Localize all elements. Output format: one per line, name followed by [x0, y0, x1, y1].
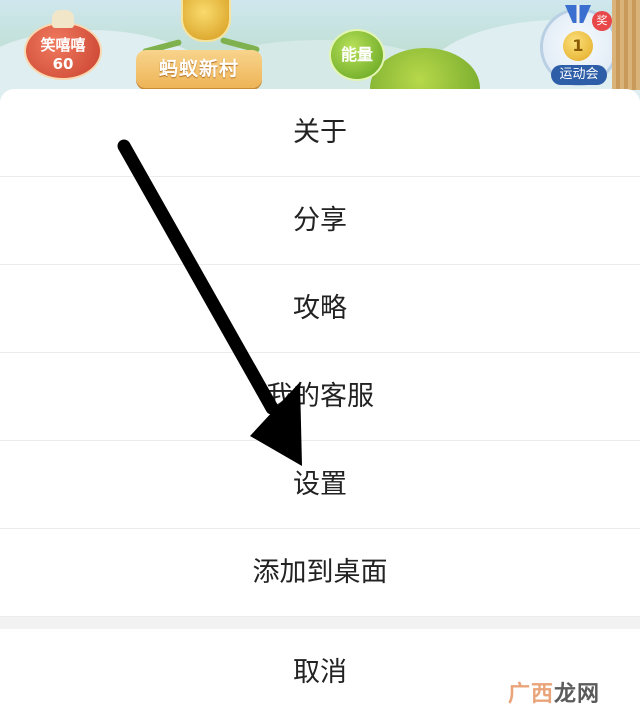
flower-coin-icon — [181, 0, 231, 42]
sports-meet-label: 运动会 — [551, 65, 607, 85]
medal-icon: 1 — [563, 31, 593, 61]
menu-item-about[interactable]: 关于 — [0, 89, 640, 177]
menu-item-add-to-desktop[interactable]: 添加到桌面 — [0, 529, 640, 617]
menu-item-settings[interactable]: 设置 — [0, 441, 640, 529]
action-sheet: 关于 分享 攻略 我的客服 设置 添加到桌面 取消 — [0, 89, 640, 719]
watermark: 广西龙网 — [508, 676, 600, 708]
laugh-points-badge[interactable]: 笑嘻嘻 60 — [24, 10, 102, 80]
menu-item-customer-service[interactable]: 我的客服 — [0, 353, 640, 441]
watermark-part1: 广西 — [508, 682, 555, 707]
prize-badge: 奖 — [592, 11, 612, 31]
menu-item-share[interactable]: 分享 — [0, 177, 640, 265]
energy-button[interactable]: 能量 — [329, 29, 385, 81]
bottle-cap-icon — [52, 10, 74, 28]
ribbon-icon — [565, 5, 591, 23]
section-divider — [0, 617, 640, 629]
laugh-badge-value: 60 — [52, 55, 74, 73]
laugh-badge-label: 笑嘻嘻 — [40, 36, 86, 54]
watermark-part2: 龙网 — [554, 682, 601, 707]
curtain-decoration — [612, 0, 640, 90]
sports-meet-button[interactable]: 1 奖 运动会 — [540, 5, 618, 86]
village-title-banner[interactable]: 蚂蚁新村 — [136, 50, 262, 88]
menu-item-guide[interactable]: 攻略 — [0, 265, 640, 353]
